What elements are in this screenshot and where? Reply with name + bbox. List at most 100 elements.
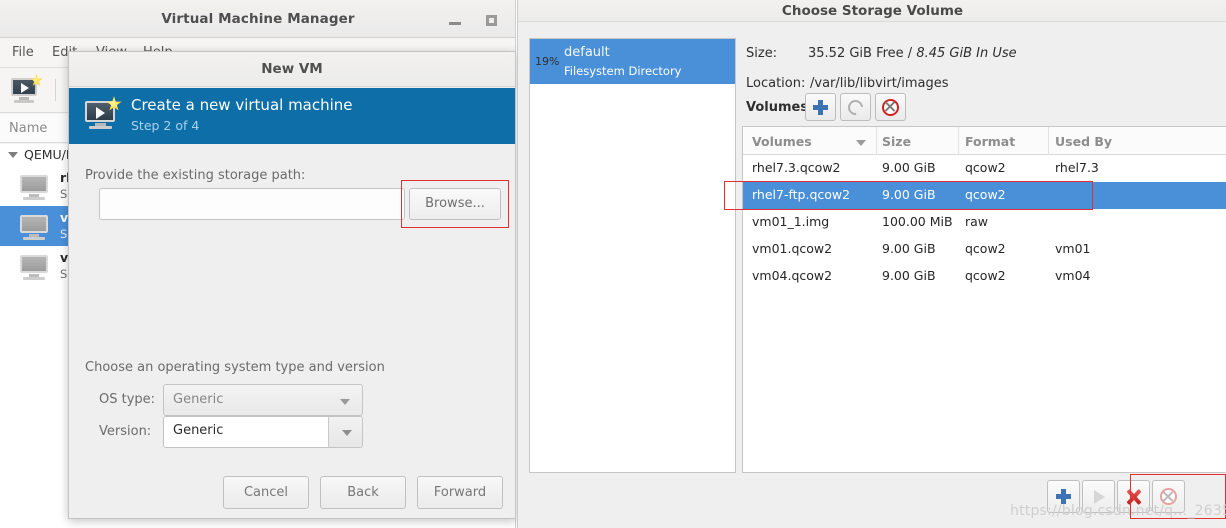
volumes-table-header: Volumes Size Format Used By — [743, 127, 1226, 155]
monitor-glyph — [10, 74, 43, 104]
maximize-button[interactable] — [482, 10, 502, 30]
cell-volume-name: vm01.qcow2 — [752, 241, 833, 256]
os-type-select[interactable]: Generic — [163, 384, 363, 416]
vm-monitor-icon — [18, 173, 52, 200]
version-value-box[interactable]: Generic — [164, 417, 328, 447]
plus-icon — [813, 99, 828, 115]
storage-path-field[interactable] — [100, 189, 404, 219]
cell-size: 100.00 MiB — [882, 214, 953, 229]
toolbar-separator — [55, 79, 56, 101]
table-row[interactable]: rhel7.3.qcow2 9.00 GiB qcow2 rhel7.3 — [743, 155, 1226, 182]
add-volume-button[interactable] — [805, 93, 836, 121]
size-label: Size: — [746, 46, 778, 61]
new-vm-icon[interactable] — [10, 74, 43, 104]
location-label: Location: — [746, 76, 806, 91]
location-value: /var/lib/libvirt/images — [810, 76, 949, 91]
refresh-volumes-button[interactable] — [840, 93, 871, 121]
cell-format: qcow2 — [965, 160, 1006, 175]
browse-button[interactable]: Browse... — [409, 188, 501, 220]
cancel-button[interactable]: Cancel — [223, 476, 309, 509]
play-triangle-icon — [96, 107, 105, 119]
x-delete-icon — [1125, 488, 1143, 506]
delete-pool-button[interactable] — [1117, 480, 1150, 513]
cell-size: 9.00 GiB — [882, 187, 936, 202]
start-pool-button[interactable] — [1082, 480, 1115, 513]
cell-format: raw — [965, 214, 989, 229]
storage-dialog-titlebar: Choose Storage Volume — [518, 0, 1226, 22]
column-header-used-by[interactable]: Used By — [1055, 134, 1112, 149]
pool-name: default — [564, 45, 610, 60]
new-vm-titlebar: New VM — [69, 52, 515, 87]
pool-type: Filesystem Directory — [564, 64, 682, 78]
column-divider — [958, 127, 959, 155]
volumes-label: Volumes — [746, 100, 809, 115]
delete-volume-button[interactable] — [875, 93, 906, 121]
column-header-volumes[interactable]: Volumes — [752, 134, 812, 149]
cell-size: 9.00 GiB — [882, 268, 936, 283]
play-icon — [1093, 489, 1105, 504]
column-divider — [1048, 127, 1049, 155]
column-header-name: Name — [9, 121, 48, 136]
cell-used-by: vm04 — [1055, 268, 1091, 283]
monitor-base — [89, 126, 112, 129]
plus-icon — [1056, 489, 1071, 504]
choose-storage-volume-dialog: Choose Storage Volume 19% default Filesy… — [517, 0, 1226, 528]
cell-format: qcow2 — [965, 241, 1006, 256]
new-vm-dialog-title: New VM — [261, 61, 323, 77]
table-row[interactable]: vm01_1.img 100.00 MiB raw — [743, 209, 1226, 236]
storage-dialog-title: Choose Storage Volume — [781, 3, 964, 19]
add-pool-button[interactable] — [1047, 480, 1080, 513]
version-label: Version: — [99, 424, 152, 439]
minimize-button[interactable] — [446, 10, 466, 30]
chevron-down-icon — [342, 430, 352, 436]
create-vm-icon — [84, 96, 122, 131]
storage-path-input[interactable] — [99, 188, 405, 220]
new-vm-dialog: New VM Create a new virtual machine Step… — [68, 51, 516, 519]
cell-used-by: vm01 — [1055, 241, 1091, 256]
menu-file[interactable]: File — [9, 45, 37, 60]
cell-volume-name: vm01_1.img — [752, 214, 830, 229]
cell-size: 9.00 GiB — [882, 241, 936, 256]
cell-volume-name: vm04.qcow2 — [752, 268, 833, 283]
column-header-format[interactable]: Format — [965, 134, 1015, 149]
cell-size: 9.00 GiB — [882, 160, 936, 175]
os-type-value: Generic — [173, 392, 224, 407]
vm-monitor-icon — [18, 213, 52, 240]
minimize-icon — [449, 22, 461, 25]
cell-volume-name: rhel7-ftp.qcow2 — [752, 187, 851, 202]
chevron-down-icon — [340, 399, 350, 405]
os-section-label: Choose an operating system type and vers… — [85, 360, 385, 375]
table-row[interactable]: rhel7-ftp.qcow2 9.00 GiB qcow2 — [743, 182, 1226, 209]
column-header-size[interactable]: Size — [882, 134, 911, 149]
vmm-window-title: Virtual Machine Manager — [161, 11, 355, 27]
banner-heading: Create a new virtual machine — [131, 96, 353, 114]
table-row[interactable]: vm04.qcow2 9.00 GiB qcow2 vm04 — [743, 263, 1226, 290]
storage-pool-list: 19% default Filesystem Directory — [529, 38, 736, 473]
size-inuse-text: 8.45 GiB In Use — [916, 46, 1017, 61]
size-value: 35.52 GiB Free / 8.45 GiB In Use — [808, 46, 1017, 61]
back-button[interactable]: Back — [320, 476, 406, 509]
sort-descending-icon[interactable] — [856, 140, 866, 146]
chevron-down-icon[interactable] — [8, 152, 18, 158]
delete-volume-icon — [882, 98, 899, 116]
version-value: Generic — [173, 423, 224, 438]
vmm-titlebar: Virtual Machine Manager — [0, 0, 515, 38]
pool-usage-percent: 19% — [535, 55, 560, 68]
vm-monitor-icon — [18, 253, 52, 280]
version-dropdown-button[interactable] — [328, 417, 362, 447]
banner-step-label: Step 2 of 4 — [131, 118, 200, 133]
forward-button[interactable]: Forward — [417, 476, 503, 509]
version-select[interactable]: Generic — [163, 416, 363, 448]
refresh-icon — [844, 96, 867, 118]
os-type-label: OS type: — [99, 392, 156, 407]
cell-used-by: rhel7.3 — [1055, 160, 1099, 175]
storage-pool-item[interactable]: 19% default Filesystem Directory — [530, 39, 735, 84]
table-row[interactable]: vm01.qcow2 9.00 GiB qcow2 vm01 — [743, 236, 1226, 263]
monitor-base — [14, 100, 34, 103]
new-vm-banner: Create a new virtual machine Step 2 of 4 — [69, 88, 515, 144]
storage-path-label: Provide the existing storage path: — [85, 168, 306, 183]
maximize-icon — [486, 15, 497, 26]
cell-volume-name: rhel7.3.qcow2 — [752, 160, 841, 175]
stop-pool-button[interactable] — [1152, 480, 1185, 513]
size-free-text: 35.52 GiB Free / — [808, 46, 917, 61]
